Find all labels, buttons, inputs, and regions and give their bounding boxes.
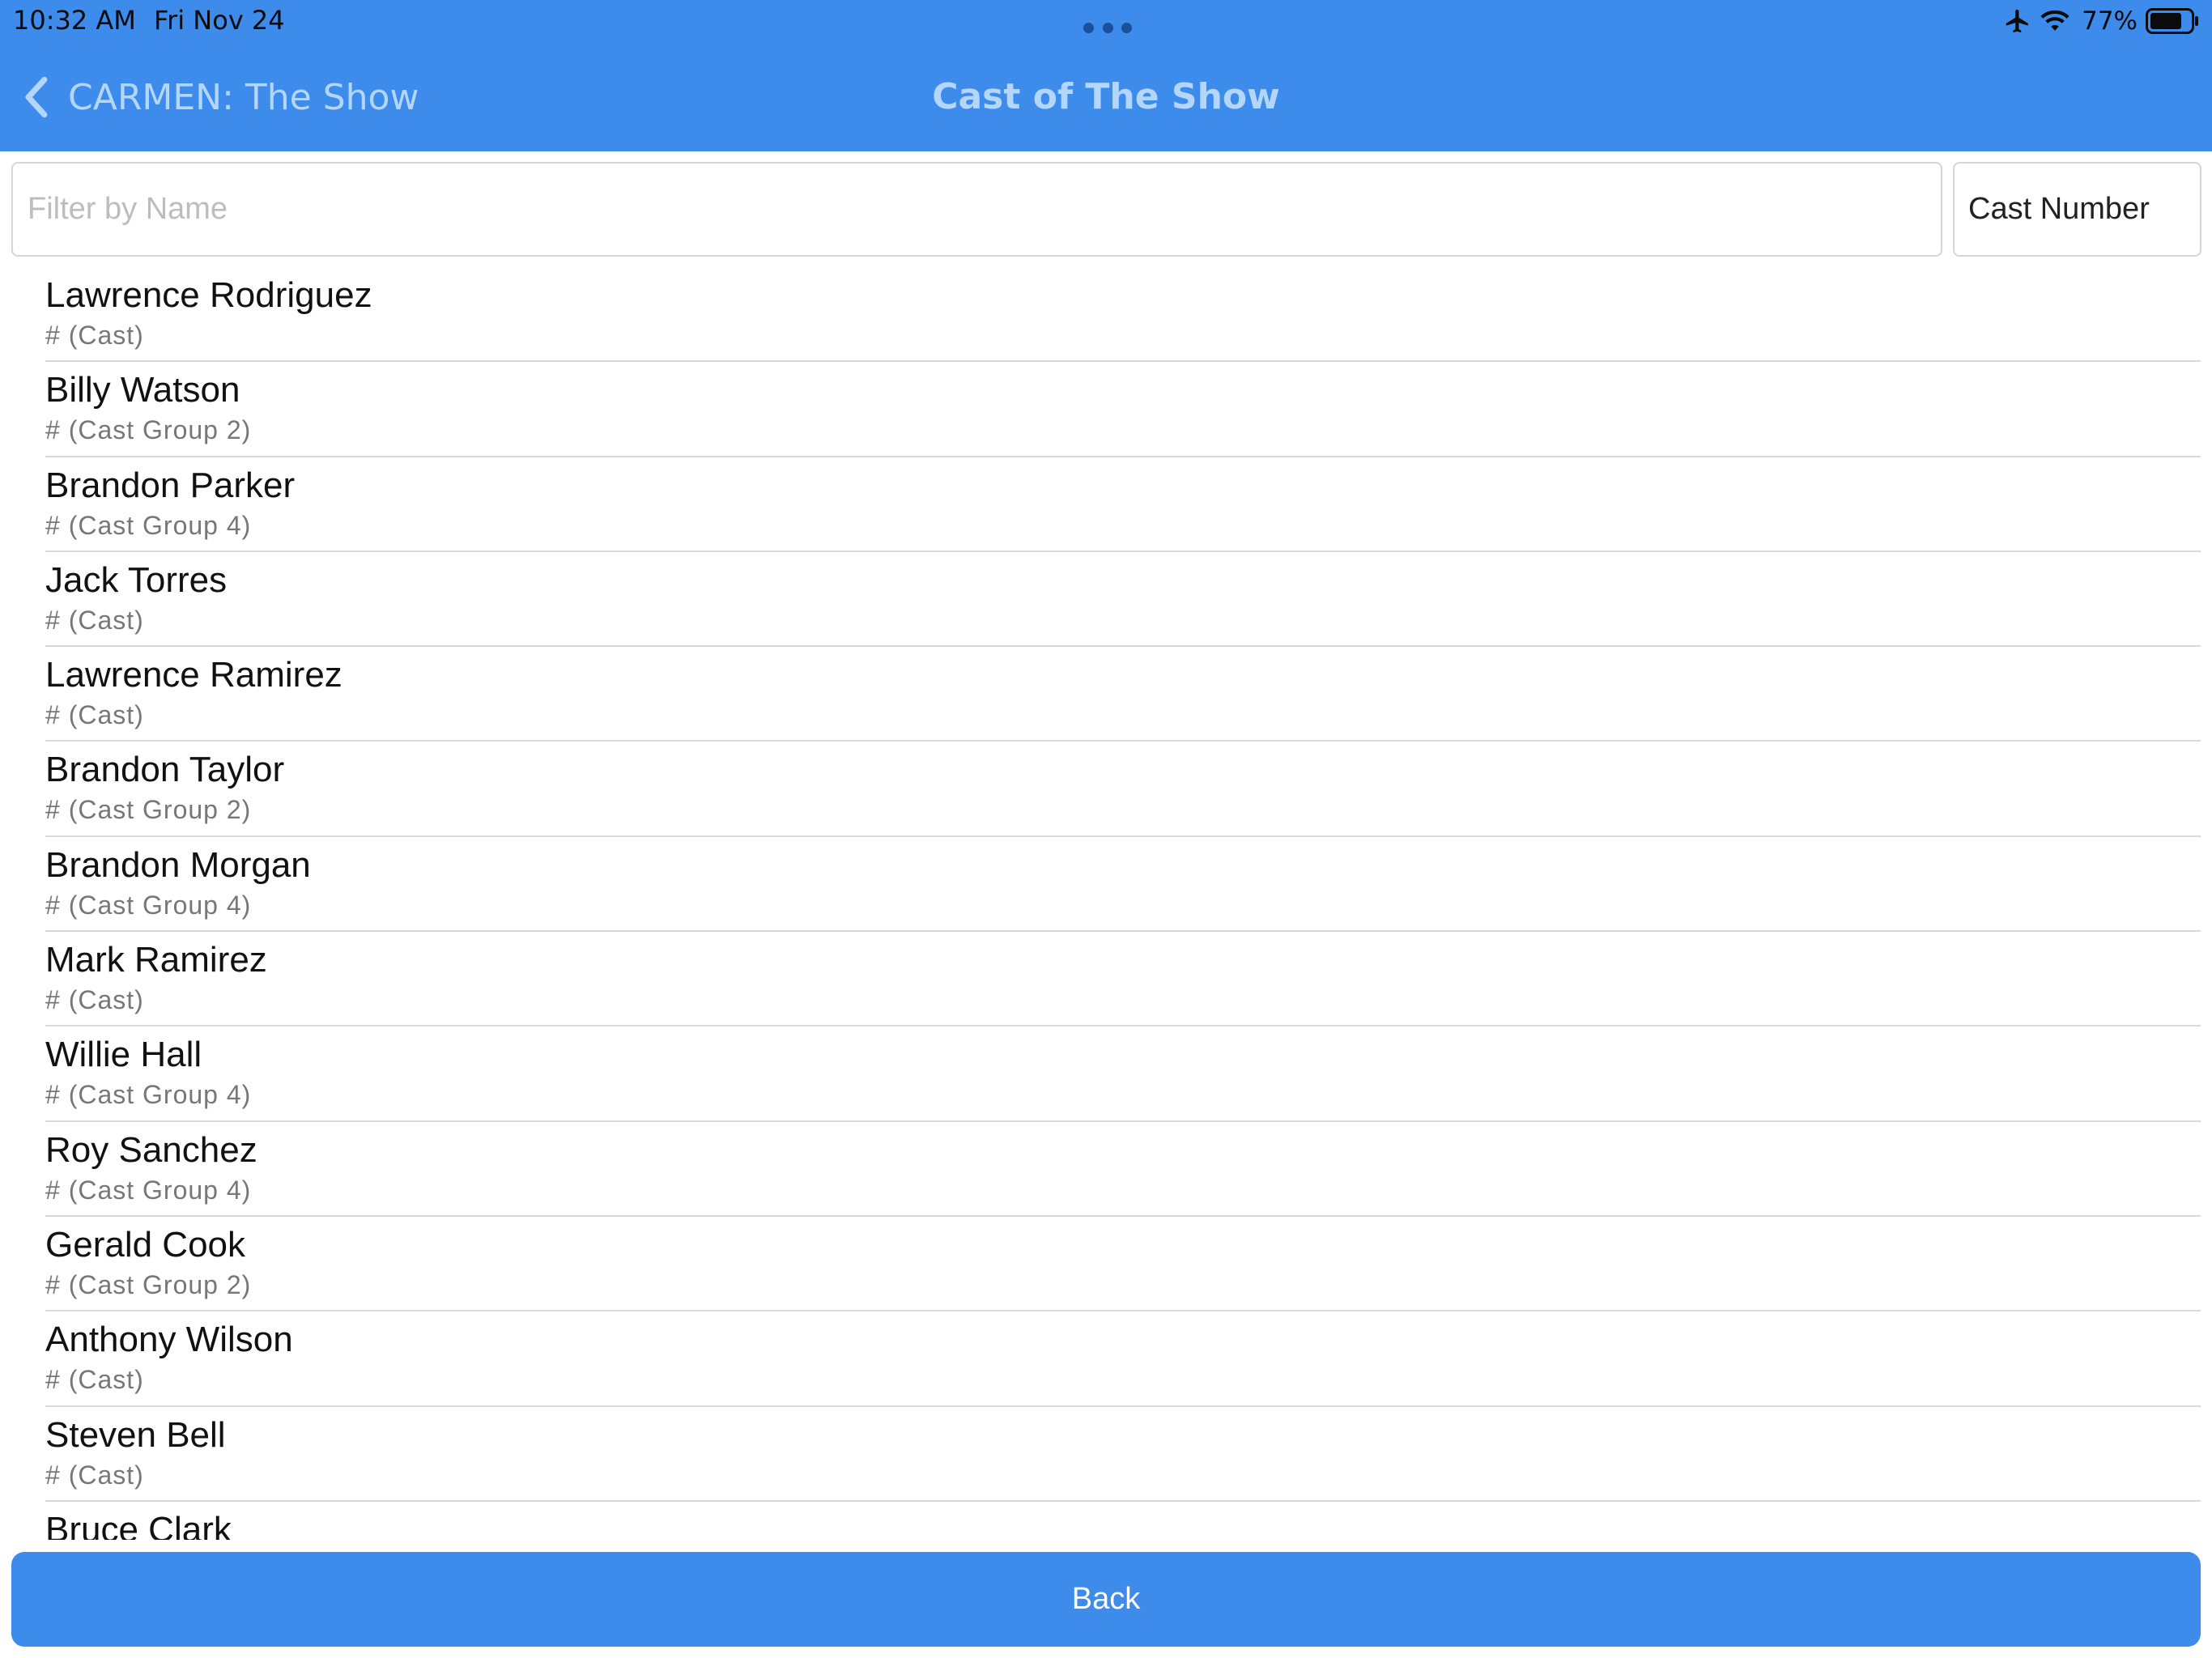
cast-member-name: Roy Sanchez: [45, 1129, 257, 1170]
sort-select[interactable]: Cast Number: [1953, 162, 2201, 257]
dot-icon: [1102, 23, 1113, 33]
cast-row[interactable]: Bruce Clark: [45, 1502, 2201, 1540]
status-indicators: 77%: [2004, 3, 2201, 39]
cast-row[interactable]: Roy Sanchez # (Cast Group 4): [45, 1122, 2201, 1217]
nav-back-label: CARMEN: The Show: [68, 76, 419, 118]
cast-row[interactable]: Brandon Morgan # (Cast Group 4): [45, 837, 2201, 933]
dot-icon: [1083, 23, 1094, 33]
cast-member-name: Steven Bell: [45, 1414, 226, 1455]
airplane-icon: [2006, 9, 2028, 33]
dot-icon: [1121, 23, 1132, 33]
cast-member-name: Gerald Cook: [45, 1224, 246, 1265]
multitasking-handle[interactable]: [1083, 23, 1132, 34]
cast-member-name: Brandon Parker: [45, 465, 296, 505]
cast-member-group: # (Cast Group 4): [45, 1080, 252, 1110]
cast-member-group: # (Cast Group 4): [45, 890, 252, 920]
cast-member-group: # (Cast): [45, 985, 144, 1015]
cast-member-name: Bruce Clark: [45, 1509, 232, 1540]
cast-member-group: # (Cast): [45, 321, 144, 350]
cast-member-group: # (Cast): [45, 1460, 144, 1490]
chevron-left-icon: [25, 76, 48, 118]
cast-member-name: Lawrence Rodriguez: [45, 275, 372, 315]
cast-member-name: Jack Torres: [45, 559, 228, 600]
cast-row[interactable]: Gerald Cook # (Cast Group 2): [45, 1217, 2201, 1312]
cast-member-group: # (Cast Group 4): [45, 510, 252, 540]
cast-member-group: # (Cast): [45, 605, 144, 635]
cast-row[interactable]: Jack Torres # (Cast): [45, 552, 2201, 648]
status-time: 10:32 AM: [13, 5, 136, 36]
cast-member-group: # (Cast Group 2): [45, 795, 252, 825]
cast-member-group: # (Cast): [45, 1365, 144, 1395]
cast-screen: 10:32 AM Fri Nov 24 77% CARMEN: The Show…: [0, 0, 2212, 1658]
cast-member-name: Billy Watson: [45, 370, 240, 410]
cast-row[interactable]: Lawrence Rodriguez # (Cast): [45, 267, 2201, 363]
cast-member-group: # (Cast Group 2): [45, 1269, 252, 1299]
cast-row[interactable]: Anthony Wilson # (Cast): [45, 1312, 2201, 1407]
cast-member-name: Brandon Taylor: [45, 750, 285, 790]
battery-icon: [2146, 8, 2198, 34]
back-button[interactable]: Back: [11, 1552, 2201, 1647]
cast-member-name: Anthony Wilson: [45, 1320, 293, 1360]
cast-row[interactable]: Brandon Taylor # (Cast Group 2): [45, 742, 2201, 837]
cast-member-name: Mark Ramirez: [45, 940, 267, 980]
cast-member-group: # (Cast Group 4): [45, 1175, 252, 1205]
cast-member-name: Willie Hall: [45, 1035, 202, 1075]
nav-back-button[interactable]: CARMEN: The Show: [21, 71, 419, 123]
cast-member-group: # (Cast Group 2): [45, 415, 252, 445]
cast-row[interactable]: Billy Watson # (Cast Group 2): [45, 362, 2201, 457]
filter-by-name-input[interactable]: [11, 162, 1942, 257]
cast-row[interactable]: Mark Ramirez # (Cast): [45, 932, 2201, 1027]
cast-row[interactable]: Brandon Parker # (Cast Group 4): [45, 457, 2201, 552]
cast-member-group: # (Cast): [45, 700, 144, 730]
navigation-bar: 10:32 AM Fri Nov 24 77% CARMEN: The Show…: [0, 0, 2212, 151]
cast-member-name: Brandon Morgan: [45, 844, 311, 885]
battery-percentage: 77%: [2082, 6, 2138, 36]
cast-row[interactable]: Lawrence Ramirez # (Cast): [45, 647, 2201, 742]
cast-row[interactable]: Willie Hall # (Cast Group 4): [45, 1027, 2201, 1122]
cast-list[interactable]: Lawrence Rodriguez # (Cast) Billy Watson # …: [0, 267, 2212, 1540]
cast-member-name: Lawrence Ramirez: [45, 655, 342, 695]
wifi-icon: [2040, 10, 2069, 31]
status-date: Fri Nov 24: [154, 5, 285, 36]
cast-row[interactable]: Steven Bell # (Cast): [45, 1407, 2201, 1502]
